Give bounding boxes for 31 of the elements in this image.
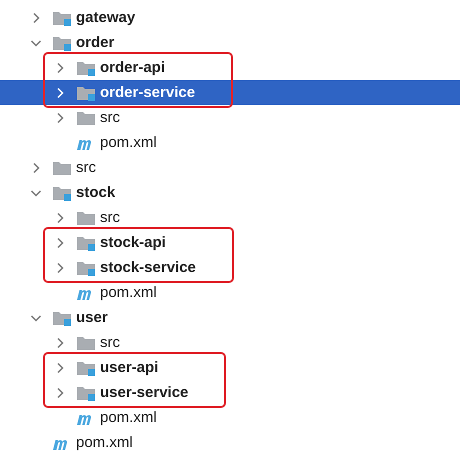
tree-item-label[interactable]: pom.xml (76, 434, 133, 451)
module-folder-icon (52, 10, 72, 26)
module-folder-icon (76, 60, 96, 76)
folder-icon (52, 160, 72, 176)
module-folder-icon (52, 184, 72, 200)
module-folder-icon (52, 34, 72, 50)
tree-item-label[interactable]: pom.xml (100, 409, 157, 426)
module-folder-icon (76, 384, 96, 400)
tree-item-label[interactable]: user-api (100, 359, 158, 376)
tree-item-label[interactable]: src (100, 334, 120, 351)
tree-item-label[interactable]: user (76, 309, 108, 326)
tree-item-label[interactable]: stock (76, 184, 116, 201)
module-folder-icon (76, 360, 96, 376)
tree-item-label[interactable]: order (76, 34, 114, 51)
tree-item-label[interactable]: stock-service (100, 259, 196, 276)
tree-item-label[interactable]: src (100, 109, 120, 126)
module-folder-icon (76, 260, 96, 276)
tree-item-label[interactable]: pom.xml (100, 284, 157, 301)
module-folder-icon (52, 310, 72, 326)
tree-item-label[interactable]: gateway (76, 9, 136, 26)
tree-item-label[interactable]: src (100, 209, 120, 226)
tree-item-label[interactable]: user-service (100, 384, 188, 401)
tree-item-label[interactable]: order-service (100, 84, 196, 101)
tree-item-label[interactable]: src (76, 159, 96, 176)
folder-icon (76, 334, 96, 350)
tree-item-label[interactable]: order-api (100, 59, 166, 76)
folder-icon (76, 110, 96, 126)
module-folder-icon (76, 234, 96, 250)
folder-icon (76, 210, 96, 226)
tree-item-label[interactable]: stock-api (100, 234, 166, 251)
tree-item-label[interactable]: pom.xml (100, 134, 157, 151)
